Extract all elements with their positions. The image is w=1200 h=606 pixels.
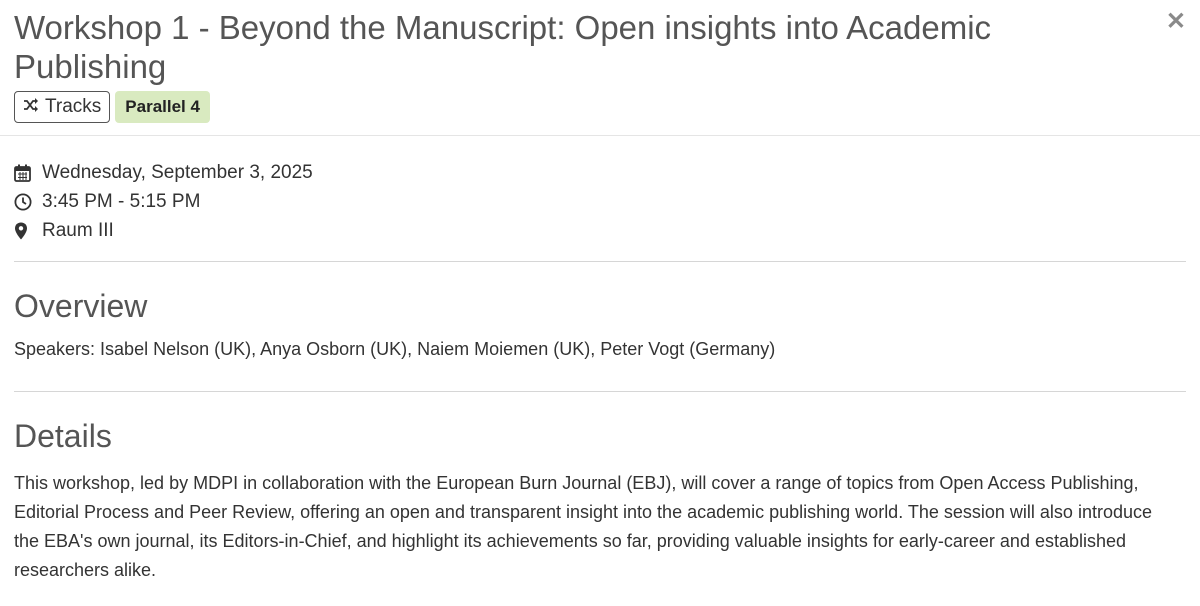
details-section: Details This workshop, led by MDPI in co… <box>14 392 1186 585</box>
speakers-text: Speakers: Isabel Nelson (UK), Anya Osbor… <box>14 339 776 359</box>
badge-row: Tracks Parallel 4 <box>14 91 1186 123</box>
session-meta: Wednesday, September 3, 2025 3:45 PM - 5… <box>14 136 1186 262</box>
session-date: Wednesday, September 3, 2025 <box>42 161 313 183</box>
map-marker-icon <box>14 222 42 240</box>
tracks-label: Tracks <box>45 96 102 117</box>
date-row: Wednesday, September 3, 2025 <box>14 158 1186 187</box>
session-time: 3:45 PM - 5:15 PM <box>42 190 201 212</box>
location-row: Raum III <box>14 216 1186 245</box>
details-text: This workshop, led by MDPI in collaborat… <box>14 473 1152 580</box>
track-badge-parallel[interactable]: Parallel 4 <box>115 91 210 123</box>
overview-heading: Overview <box>14 288 148 324</box>
modal-header: Workshop 1 - Beyond the Manuscript: Open… <box>0 0 1200 136</box>
calendar-icon <box>14 164 42 182</box>
shuffle-icon <box>23 96 39 118</box>
tracks-button[interactable]: Tracks <box>14 91 111 123</box>
overview-section: Overview Speakers: Isabel Nelson (UK), A… <box>14 262 1186 392</box>
session-location: Raum III <box>42 219 114 241</box>
close-icon[interactable]: ✕ <box>1166 10 1186 34</box>
details-heading: Details <box>14 418 112 454</box>
session-title: Workshop 1 - Beyond the Manuscript: Open… <box>14 9 992 85</box>
time-row: 3:45 PM - 5:15 PM <box>14 187 1186 216</box>
session-modal: Workshop 1 - Beyond the Manuscript: Open… <box>0 0 1200 606</box>
clock-icon <box>14 193 42 211</box>
